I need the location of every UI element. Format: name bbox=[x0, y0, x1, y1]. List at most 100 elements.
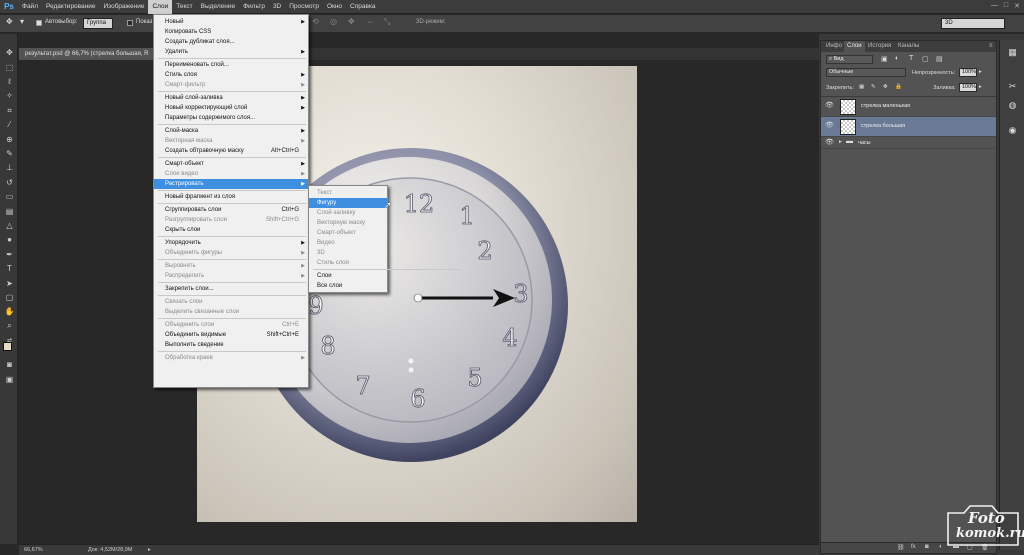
lasso-tool-icon[interactable]: ℓ bbox=[4, 77, 15, 87]
menu-item[interactable]: Слои bbox=[148, 0, 173, 14]
tab-channels[interactable]: Каналы bbox=[895, 41, 922, 52]
layer-row[interactable]: 👁 стрелка маленькая bbox=[821, 97, 996, 117]
menu-item[interactable]: Связать слои bbox=[154, 297, 308, 307]
menu-item[interactable]: Новый ▶ bbox=[154, 17, 308, 27]
menu-item[interactable]: Текст bbox=[309, 188, 387, 198]
scissors-icon[interactable]: ✂ bbox=[1007, 81, 1018, 92]
adjustment-icon[interactable]: ◐ bbox=[939, 544, 943, 550]
menu-item[interactable]: Переименовать слой... bbox=[154, 60, 308, 70]
3d-rotate-icon[interactable]: ⟲ bbox=[312, 17, 319, 26]
autoselect-checkbox[interactable] bbox=[36, 20, 42, 26]
3d-roll-icon[interactable]: ◎ bbox=[330, 17, 337, 26]
autoselect-dropdown[interactable]: Группа bbox=[83, 18, 113, 29]
color-panel-icon[interactable]: ◍ bbox=[1007, 100, 1018, 111]
menu-item[interactable]: Редактирование bbox=[42, 0, 100, 14]
filter-pixel-icon[interactable]: ▣ bbox=[881, 55, 888, 63]
menu-item[interactable]: Сгруппировать слои Ctrl+G bbox=[154, 205, 308, 215]
quick-mask-icon[interactable]: ◙ bbox=[4, 360, 15, 370]
menu-item[interactable]: Выделение bbox=[197, 0, 239, 14]
filter-type-icon[interactable]: T bbox=[909, 55, 913, 62]
menu-item[interactable]: Выполнить сведение bbox=[154, 340, 308, 350]
menu-item[interactable]: Выровнять ▶ bbox=[154, 261, 308, 271]
gradient-tool-icon[interactable]: ▤ bbox=[4, 207, 15, 217]
lock-all-icon[interactable]: 🔒 bbox=[895, 84, 902, 90]
menu-item[interactable]: Просмотр bbox=[285, 0, 323, 14]
menu-item[interactable]: Параметры содержимого слоя... bbox=[154, 113, 308, 123]
magic-wand-icon[interactable]: ✧ bbox=[4, 91, 15, 101]
menu-item[interactable]: Новый корректирующий слой ▶ bbox=[154, 103, 308, 113]
menu-item[interactable]: Создать обтравочную маску Alt+Ctrl+G bbox=[154, 146, 308, 156]
menu-item[interactable]: Стиль слоя bbox=[309, 258, 387, 268]
menu-item[interactable]: Файл bbox=[18, 0, 42, 14]
chevron-down-icon[interactable]: ▾ bbox=[20, 17, 24, 26]
eye-icon[interactable]: 👁 bbox=[825, 139, 834, 147]
path-select-icon[interactable]: ➤ bbox=[4, 279, 15, 289]
canvas-area[interactable]: 12 2 3 4 5 6 7 8 9 11 1 bbox=[19, 60, 819, 544]
minimize-icon[interactable]: — bbox=[991, 2, 998, 10]
menu-item[interactable]: Распределить ▶ bbox=[154, 271, 308, 281]
tab-history[interactable]: История bbox=[865, 41, 894, 52]
menu-item[interactable]: Новый фрагмент из слоя bbox=[154, 192, 308, 202]
menu-item[interactable]: Смарт-фильтр ▶ bbox=[154, 80, 308, 90]
link-icon[interactable]: ⛓ bbox=[897, 544, 905, 551]
menu-item[interactable]: Слои видео ▶ bbox=[154, 169, 308, 179]
paths-panel-icon[interactable]: ◉ bbox=[1007, 125, 1018, 136]
menu-item[interactable]: Объединить фигуры ▶ bbox=[154, 248, 308, 258]
panel-menu-icon[interactable]: ≡ bbox=[986, 41, 996, 52]
menu-item[interactable]: Выделить связанные слои bbox=[154, 307, 308, 317]
zoom-level[interactable]: 66,67% bbox=[24, 547, 43, 553]
menu-item[interactable]: Смарт-объект bbox=[309, 228, 387, 238]
menu-item[interactable]: Фигуру bbox=[309, 198, 387, 208]
fx-icon[interactable]: fx bbox=[911, 544, 916, 550]
menu-item[interactable]: 3D bbox=[269, 0, 285, 14]
menu-item[interactable]: Изображение bbox=[100, 0, 149, 14]
tab-layers[interactable]: Слои bbox=[844, 41, 865, 52]
tab-info[interactable]: Инфо bbox=[823, 41, 845, 52]
crop-tool-icon[interactable]: ⌗ bbox=[4, 106, 15, 116]
menu-item[interactable]: Копировать CSS bbox=[154, 27, 308, 37]
menu-item[interactable]: Разгруппировать слои Shift+Ctrl+G bbox=[154, 215, 308, 225]
shape-tool-icon[interactable]: ▢ bbox=[4, 293, 15, 303]
close-icon[interactable]: ✕ bbox=[1014, 2, 1020, 10]
menu-item[interactable]: 3D bbox=[309, 248, 387, 258]
pen-tool-icon[interactable]: ✒ bbox=[4, 250, 15, 260]
history-brush-icon[interactable]: ↺ bbox=[4, 178, 15, 188]
lock-transparency-icon[interactable]: ▦ bbox=[859, 84, 864, 90]
hand-tool-icon[interactable]: ✋ bbox=[4, 307, 15, 317]
menu-item[interactable]: Растрировать ▶ bbox=[154, 179, 308, 189]
lock-position-icon[interactable]: ✥ bbox=[883, 84, 888, 90]
filter-shape-icon[interactable]: ▢ bbox=[922, 55, 929, 63]
eyedropper-icon[interactable]: ⁄ bbox=[4, 120, 15, 130]
menu-item[interactable]: Удалить ▶ bbox=[154, 47, 308, 57]
menu-item[interactable]: Слой-маска ▶ bbox=[154, 126, 308, 136]
dodge-tool-icon[interactable]: ● bbox=[4, 235, 15, 245]
show-controls-checkbox[interactable] bbox=[127, 20, 133, 26]
lock-pixels-icon[interactable]: ✎ bbox=[871, 84, 876, 90]
chevron-right-icon[interactable]: ▸ bbox=[979, 69, 982, 75]
menu-item[interactable]: Слои bbox=[309, 271, 387, 281]
3d-scale-icon[interactable]: ⤡ bbox=[384, 17, 390, 27]
healing-brush-icon[interactable]: ⊕ bbox=[4, 135, 15, 145]
menu-item[interactable]: Объединить видимые Shift+Ctrl+E bbox=[154, 330, 308, 340]
foreground-color-swatch[interactable] bbox=[3, 342, 12, 351]
opacity-input[interactable]: 100% bbox=[959, 68, 977, 77]
menu-item[interactable]: Окно bbox=[323, 0, 346, 14]
menu-item[interactable]: Все слои bbox=[309, 281, 387, 291]
menu-item[interactable]: Создать дубликат слоя... bbox=[154, 37, 308, 47]
menu-item[interactable]: Слой-заливку bbox=[309, 208, 387, 218]
layer-filter-dropdown[interactable]: ⌕ Вид bbox=[826, 55, 873, 64]
eye-icon[interactable]: 👁 bbox=[825, 102, 834, 110]
document-tab[interactable]: результат.psd @ 66,7% (стрелка большая, … bbox=[19, 48, 155, 60]
menu-item[interactable]: Закрепить слои... bbox=[154, 284, 308, 294]
layer-row-selected[interactable]: 👁 стрелка большая bbox=[821, 117, 996, 137]
move-tool-icon[interactable]: ✥ bbox=[4, 48, 15, 58]
maximize-icon[interactable]: □ bbox=[1004, 2, 1008, 10]
menu-item[interactable]: Обработка краев ▶ bbox=[154, 353, 308, 363]
mask-icon[interactable]: ◙ bbox=[925, 544, 929, 550]
menu-item[interactable]: Видео bbox=[309, 238, 387, 248]
menu-item[interactable]: Текст bbox=[172, 0, 196, 14]
history-panel-icon[interactable]: ▦ bbox=[1007, 47, 1018, 58]
status-arrow-icon[interactable]: ▸ bbox=[148, 547, 151, 553]
workspace-dropdown[interactable]: 3D bbox=[941, 18, 1005, 29]
marquee-tool-icon[interactable]: ⬚ bbox=[4, 63, 15, 73]
